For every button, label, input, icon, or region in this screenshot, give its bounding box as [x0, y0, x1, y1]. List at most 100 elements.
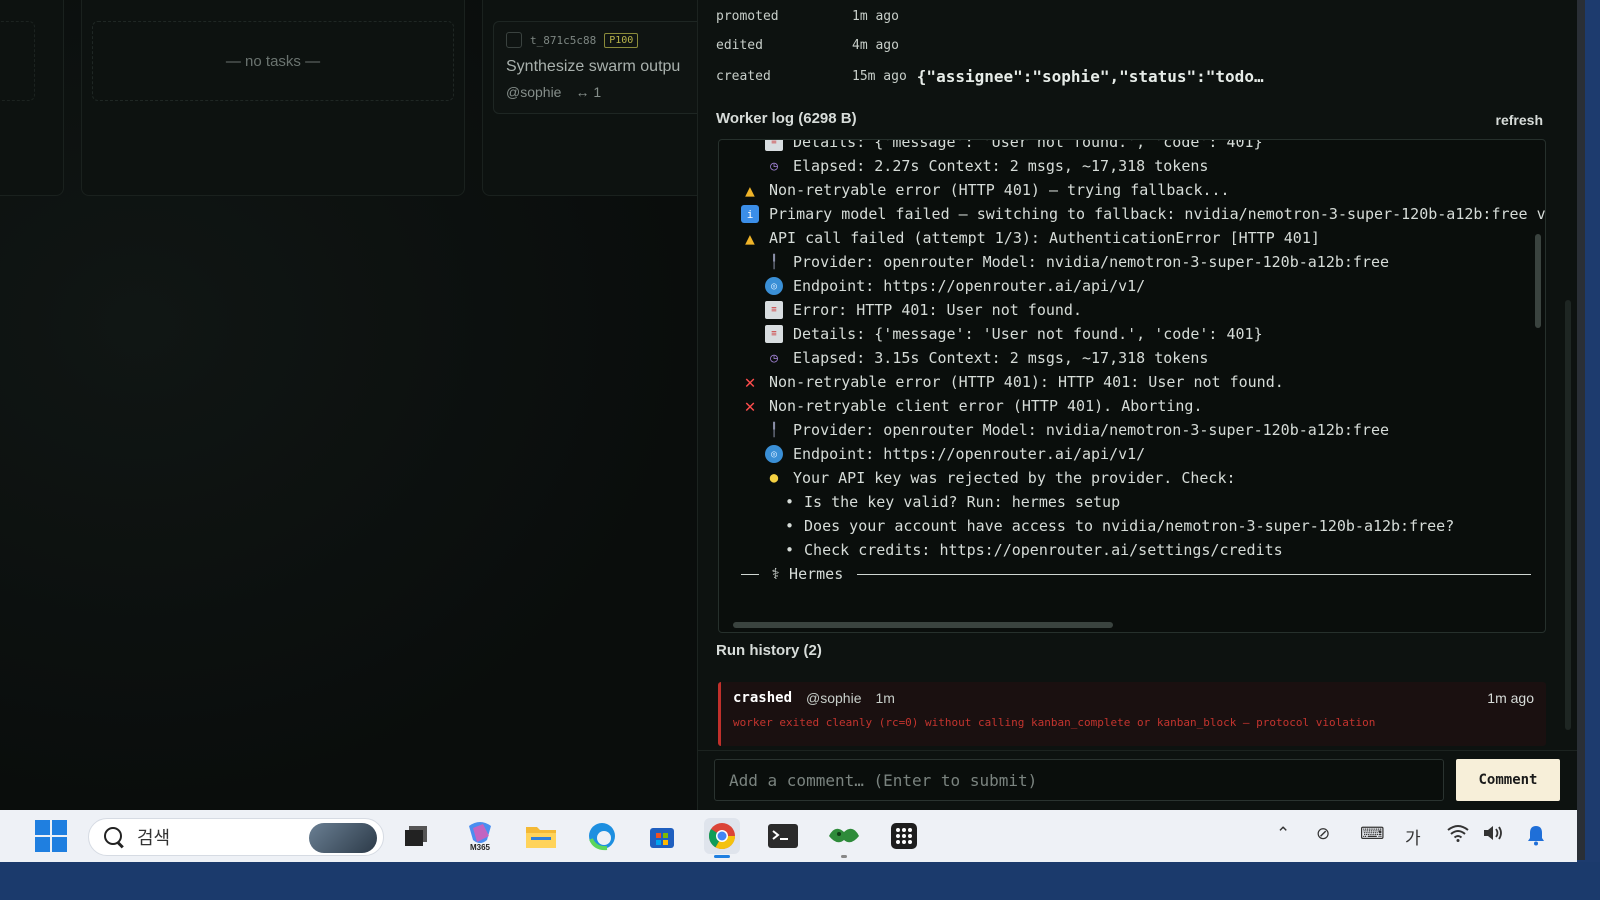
- log-line-text: Details: {'message': 'User not found.', …: [793, 325, 1263, 343]
- log-line-text: Provider: openrouter Model: nvidia/nemot…: [793, 421, 1390, 439]
- log-line-text: Your API key was rejected by the provide…: [793, 469, 1236, 487]
- comment-input[interactable]: [714, 759, 1444, 801]
- task-view-button[interactable]: [398, 818, 434, 854]
- globe-icon: ◎: [765, 277, 783, 295]
- error-x-icon: ✕: [744, 371, 756, 393]
- panel-scrollbar[interactable]: [1565, 300, 1571, 730]
- store-icon: [650, 828, 674, 848]
- log-vertical-scrollbar[interactable]: [1535, 148, 1541, 620]
- log-line-text: API call failed (attempt 1/3): Authentic…: [769, 229, 1320, 247]
- desktop-bottom-edge: [0, 862, 1600, 900]
- scrollbar-thumb[interactable]: [733, 622, 1113, 628]
- refresh-button[interactable]: refresh: [1496, 112, 1543, 128]
- cloud-offline-icon[interactable]: ⊘: [1316, 824, 1330, 844]
- log-horizontal-scrollbar[interactable]: [729, 622, 1529, 628]
- meta-key: edited: [716, 37, 763, 53]
- rule-line: [857, 573, 1531, 575]
- log-line: ≡ Details: {'message': 'User not found.',…: [719, 322, 1531, 346]
- log-line: ● Your API key was rejected by the provid…: [719, 466, 1531, 490]
- task-assignee: @sophie: [506, 84, 562, 100]
- document-icon: ≡: [765, 301, 783, 319]
- warning-icon: ▲: [745, 180, 755, 200]
- log-line-text: Non-retryable error (HTTP 401) — trying …: [769, 181, 1230, 199]
- notification-bell-icon[interactable]: [1526, 824, 1546, 851]
- comment-bar: Comment: [698, 750, 1578, 810]
- meta-key: promoted: [716, 8, 779, 24]
- log-line-text: Non-retryable error (HTTP 401): HTTP 401…: [769, 373, 1284, 391]
- app-launcher-button[interactable]: [886, 818, 922, 854]
- log-line: ≡ Details: {'message': 'User not found.',…: [719, 140, 1531, 154]
- hermes-label: ⚕ Hermes: [771, 565, 844, 583]
- log-line-text: Elapsed: 3.15s Context: 2 msgs, ~17,318 …: [793, 349, 1209, 367]
- log-line: ≡ Error: HTTP 401: User not found.: [719, 298, 1531, 322]
- globe-icon: ◎: [765, 445, 783, 463]
- store-button[interactable]: [644, 818, 680, 854]
- rule-line: [741, 573, 759, 575]
- log-line-text: Check credits: https://openrouter.ai/set…: [804, 541, 1283, 559]
- plug-icon: ╿: [770, 254, 778, 270]
- meta-row-edited: edited 4m ago: [716, 34, 899, 56]
- worker-log-viewer[interactable]: ≡ Details: {'message': 'User not found.',…: [718, 139, 1546, 633]
- log-line: ╿ Provider: openrouter Model: nvidia/nemo…: [719, 250, 1531, 274]
- clock-icon: ◷: [770, 350, 778, 366]
- log-line: ✕ Non-retryable client error (HTTP 401). …: [719, 394, 1531, 418]
- meta-value: 4m ago: [852, 37, 899, 53]
- log-line-text: Provider: openrouter Model: nvidia/nemot…: [793, 253, 1390, 271]
- log-line: ◎ Endpoint: https://openrouter.ai/api/v1/: [719, 442, 1531, 466]
- edge-icon: [589, 823, 615, 851]
- desktop-edge: [1577, 0, 1600, 900]
- run-error-message: worker exited cleanly (rc=0) without cal…: [733, 716, 1376, 729]
- hermes-separator: ⚕ Hermes: [719, 562, 1531, 586]
- log-line-text: Non-retryable client error (HTTP 401). A…: [769, 397, 1203, 415]
- empty-column-placeholder: — no tasks —: [92, 21, 454, 101]
- meta-detail-json: {"assignee":"sophie","status":"todo…: [916, 66, 1264, 86]
- meta-value: 15m ago: [852, 68, 907, 84]
- warning-icon: ▲: [745, 228, 755, 248]
- edge-browser-button[interactable]: [584, 818, 620, 854]
- search-highlight-image: [309, 823, 377, 853]
- log-line: • Check credits: https://openrouter.ai/se…: [719, 538, 1531, 562]
- task-checkbox[interactable]: [506, 32, 522, 48]
- bullet-icon: •: [785, 517, 795, 535]
- error-x-icon: ✕: [744, 395, 756, 417]
- log-line: ▲ API call failed (attempt 1/3): Authent…: [719, 226, 1531, 250]
- task-links: ↔ 1: [575, 84, 602, 100]
- m365-label: M365: [470, 843, 491, 852]
- meta-key: created: [716, 68, 771, 84]
- start-button[interactable]: [33, 818, 69, 854]
- wifi-icon[interactable]: [1447, 824, 1469, 847]
- active-indicator: [714, 855, 730, 858]
- chevron-up-icon[interactable]: ⌃: [1276, 824, 1290, 844]
- task-card[interactable]: t_871c5c88 P100 Synthesize swarm outpu @…: [493, 21, 697, 114]
- taskbar-search[interactable]: 검색: [88, 818, 384, 856]
- task-id: t_871c5c88: [530, 33, 597, 47]
- comment-button[interactable]: Comment: [1456, 759, 1560, 801]
- taskbar: 검색 M365 ⌃ ⊘ ⌨ 가: [0, 810, 1577, 862]
- keyboard-icon[interactable]: ⌨: [1360, 824, 1385, 844]
- lightbulb-icon: ●: [769, 470, 779, 486]
- bullet-icon: •: [785, 541, 795, 559]
- priority-badge: P100: [604, 32, 639, 48]
- task-detail-panel: promoted 1m ago edited 4m ago created 15…: [697, 0, 1578, 810]
- m365-app-button[interactable]: M365: [462, 818, 498, 854]
- volume-icon[interactable]: [1482, 824, 1504, 847]
- folder-icon: [526, 827, 556, 848]
- document-icon: ≡: [765, 325, 783, 343]
- log-lines: ≡ Details: {'message': 'User not found.',…: [719, 140, 1545, 586]
- running-indicator: [841, 855, 847, 858]
- terminal-button[interactable]: [765, 818, 801, 854]
- scrollbar-thumb[interactable]: [1535, 234, 1541, 328]
- run-history-title: Run history (2): [716, 642, 822, 659]
- board-column: — no tasks —: [81, 0, 465, 196]
- file-explorer-button[interactable]: [523, 818, 559, 854]
- ime-indicator[interactable]: 가: [1405, 824, 1421, 849]
- search-placeholder: 검색: [137, 828, 171, 848]
- chrome-button[interactable]: [704, 818, 740, 858]
- log-line-text: Does your account have access to nvidia/…: [804, 517, 1455, 535]
- run-history-item[interactable]: crashed @sophie 1m 1m ago worker exited …: [718, 682, 1546, 746]
- chrome-icon: [708, 823, 736, 850]
- run-duration: 1m: [875, 690, 895, 706]
- document-icon: ≡: [765, 140, 783, 151]
- hermes-app-button[interactable]: [826, 818, 862, 858]
- log-line: ◎ Endpoint: https://openrouter.ai/api/v1/: [719, 274, 1531, 298]
